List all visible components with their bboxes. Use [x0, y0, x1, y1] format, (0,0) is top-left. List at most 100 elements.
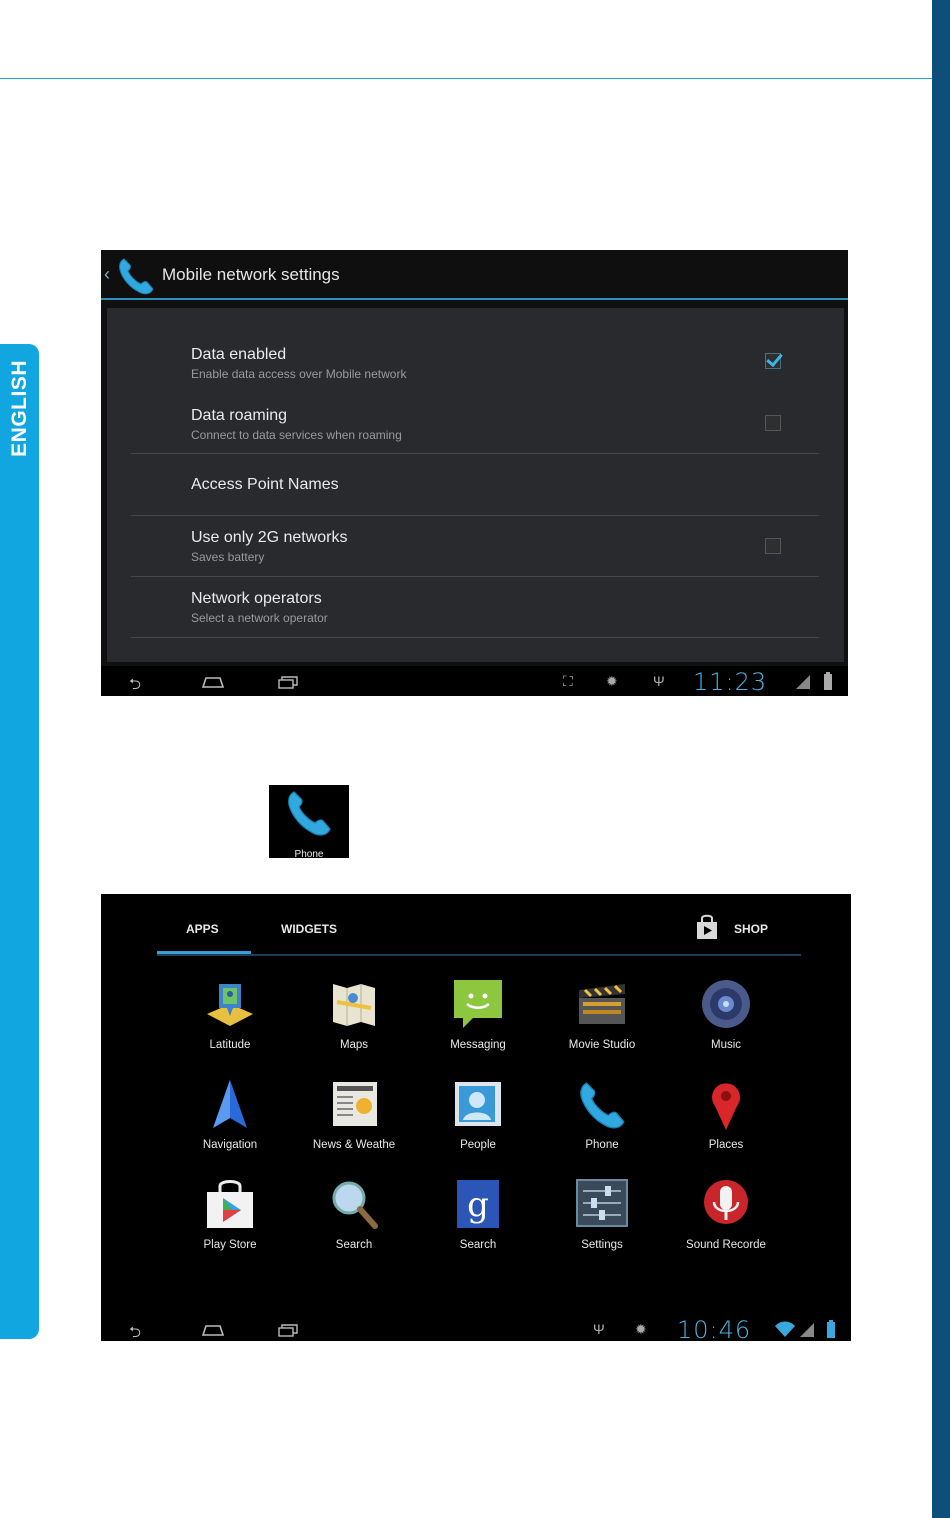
app-settings[interactable]: Settings — [547, 1178, 657, 1251]
pref-title: Network operators — [191, 590, 322, 607]
app-drawer-screenshot: APPS WIDGETS SHOP Latitude Maps Messagin… — [101, 894, 851, 1341]
back-icon[interactable]: ⮌ — [129, 1322, 141, 1341]
tab-widgets[interactable]: WIDGETS — [281, 922, 337, 936]
app-navigation[interactable]: Navigation — [175, 1078, 285, 1151]
movie-studio-icon — [579, 984, 625, 1024]
people-icon — [455, 1082, 501, 1126]
app-maps[interactable]: Maps — [299, 978, 409, 1051]
header-rule — [0, 78, 932, 79]
shop-bag-icon[interactable] — [695, 914, 719, 940]
system-nav-bar: ⮌ Ψ ✹ 10:46 — [101, 1314, 851, 1341]
places-icon — [712, 1083, 740, 1130]
app-label: News & Weathe — [312, 1139, 396, 1151]
app-music[interactable]: Music — [671, 978, 781, 1051]
app-search[interactable]: Search — [299, 1178, 409, 1251]
app-google-search[interactable]: g Search — [423, 1178, 533, 1251]
pref-summary: Enable data access over Mobile network — [191, 367, 407, 381]
recent-apps-icon[interactable] — [277, 1323, 299, 1337]
pref-title: Use only 2G networks — [191, 529, 348, 546]
back-icon[interactable]: ⮌ — [129, 674, 141, 696]
google-search-icon: g — [457, 1180, 499, 1228]
app-label: Movie Studio — [568, 1039, 636, 1051]
svg-text:g: g — [467, 1185, 489, 1225]
right-edge-bar — [932, 0, 950, 1518]
action-bar: ‹ Mobile network settings — [101, 250, 848, 300]
app-label: Messaging — [450, 1039, 506, 1051]
app-play-store[interactable]: Play Store — [175, 1178, 285, 1251]
phone-icon — [580, 1082, 625, 1129]
divider — [131, 576, 819, 577]
app-label: Places — [708, 1139, 744, 1151]
app-label: Play Store — [203, 1239, 257, 1251]
divider — [131, 453, 819, 454]
tab-shop[interactable]: SHOP — [734, 922, 768, 936]
app-label: Settings — [581, 1239, 623, 1251]
language-label: ENGLISH — [8, 360, 31, 457]
phone-app-thumbnail[interactable]: Phone — [269, 785, 349, 858]
usb-icon: Ψ — [653, 673, 665, 689]
phone-icon — [288, 791, 331, 836]
app-sound-recorder[interactable]: Sound Recorde — [671, 1178, 781, 1251]
use-2g-checkbox[interactable] — [765, 538, 781, 554]
pref-data-enabled[interactable]: Data enabled Enable data access over Mob… — [191, 346, 406, 381]
tab-apps[interactable]: APPS — [186, 922, 219, 936]
maps-icon — [333, 984, 375, 1026]
app-movie-studio[interactable]: Movie Studio — [547, 978, 657, 1051]
system-nav-bar: ⮌ ⛶ ✹ Ψ 11:23 — [101, 666, 848, 696]
music-icon — [702, 980, 750, 1028]
battery-icon — [827, 1320, 835, 1338]
app-latitude[interactable]: Latitude — [175, 978, 285, 1051]
signal-icon — [800, 1323, 814, 1337]
news-weather-icon — [333, 1082, 377, 1126]
app-people[interactable]: People — [423, 1078, 533, 1151]
app-phone[interactable]: Phone — [547, 1078, 657, 1151]
debug-icon: ✹ — [635, 1321, 647, 1337]
recent-apps-icon[interactable] — [277, 675, 299, 689]
pref-summary: Saves battery — [191, 550, 265, 564]
app-news-weather[interactable]: News & Weathe — [299, 1078, 409, 1151]
battery-icon — [824, 672, 832, 690]
app-label: Navigation — [202, 1139, 258, 1151]
data-roaming-checkbox[interactable] — [765, 415, 781, 431]
mobile-network-settings-screenshot: ‹ Mobile network settings Data enabled E… — [101, 250, 848, 696]
pref-title: Access Point Names — [191, 476, 339, 493]
language-side-tab: ENGLISH — [0, 344, 39, 1339]
phone-label: Phone — [294, 849, 324, 858]
app-label: Search — [459, 1239, 497, 1251]
app-label: Maps — [339, 1039, 369, 1051]
screenshot-icon: ⛶ — [563, 673, 573, 689]
divider — [131, 637, 819, 638]
page-title: Mobile network settings — [162, 265, 340, 284]
pref-data-roaming[interactable]: Data roaming Connect to data services wh… — [191, 407, 402, 442]
app-label: Sound Recorde — [686, 1239, 766, 1251]
app-label: People — [460, 1139, 496, 1151]
tab-rule — [157, 954, 801, 956]
data-enabled-checkbox[interactable] — [765, 353, 781, 369]
app-label: Latitude — [209, 1039, 251, 1051]
preferences-panel: Data enabled Enable data access over Mob… — [107, 308, 844, 662]
wifi-icon — [775, 1321, 795, 1337]
app-label: Search — [335, 1239, 373, 1251]
pref-use-only-2g[interactable]: Use only 2G networks Saves battery — [191, 529, 348, 564]
sound-recorder-icon — [704, 1180, 748, 1224]
play-store-icon — [207, 1180, 253, 1228]
pref-access-point-names[interactable]: Access Point Names — [191, 476, 339, 494]
pref-network-operators[interactable]: Network operators Select a network opera… — [191, 590, 328, 625]
status-clock: 11:23 — [693, 668, 768, 696]
home-icon[interactable] — [201, 1323, 225, 1337]
latitude-icon — [207, 984, 253, 1026]
debug-icon: ✹ — [606, 673, 618, 689]
home-icon[interactable] — [201, 675, 225, 689]
pref-title: Data roaming — [191, 407, 288, 424]
settings-icon — [576, 1179, 628, 1227]
pref-title: Data enabled — [191, 346, 287, 363]
app-places[interactable]: Places — [671, 1078, 781, 1151]
search-icon — [332, 1181, 378, 1229]
back-chevron-icon[interactable]: ‹ — [104, 264, 110, 285]
app-label: Phone — [585, 1139, 619, 1151]
phone-icon[interactable] — [115, 255, 157, 297]
pref-summary: Select a network operator — [191, 611, 328, 625]
signal-icon — [796, 675, 810, 689]
messaging-icon — [454, 980, 502, 1028]
app-messaging[interactable]: Messaging — [423, 978, 533, 1051]
